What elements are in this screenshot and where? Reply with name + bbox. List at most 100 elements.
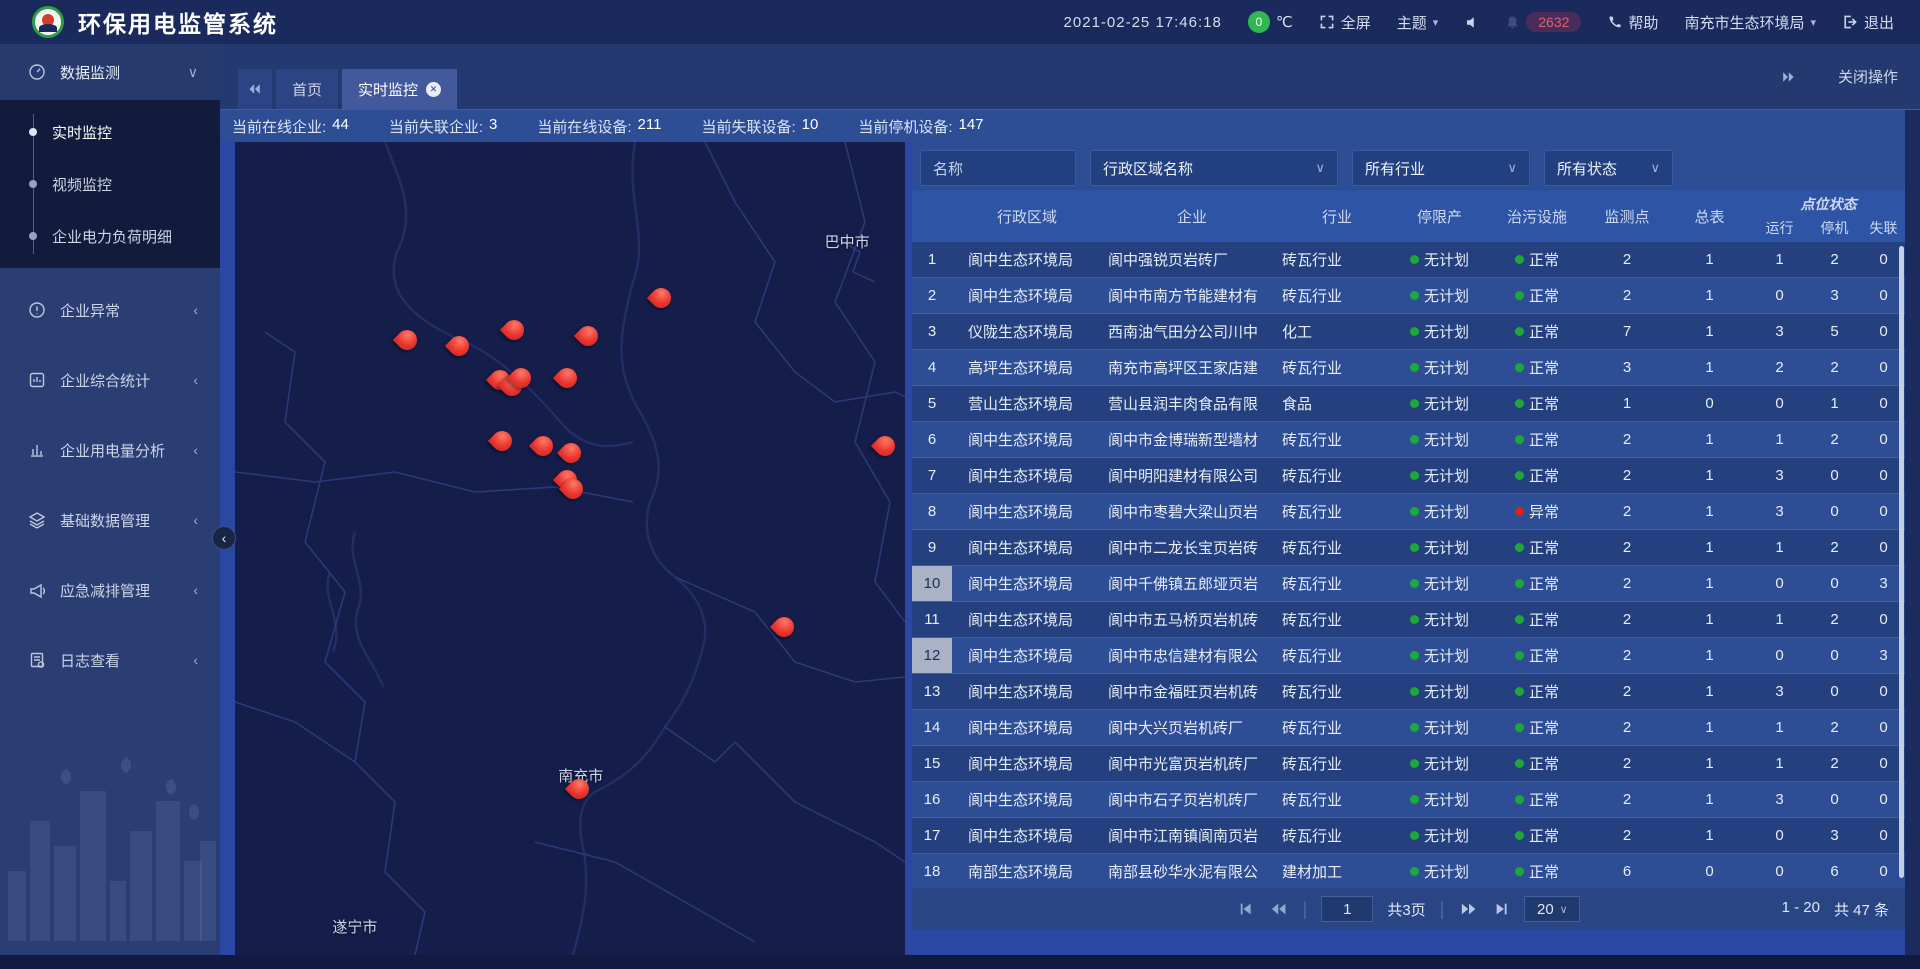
table-row[interactable]: 11阆中生态环境局阆中市五马桥页岩机砖砖瓦行业无计划正常21120 [912,602,1905,638]
cell-industry: 砖瓦行业 [1282,494,1392,529]
table-row[interactable]: 12阆中生态环境局阆中市忠信建材有限公砖瓦行业无计划正常21003 [912,638,1905,674]
logout-button[interactable]: 退出 [1842,12,1894,33]
page-number-input[interactable]: 1 [1321,896,1373,922]
page-size-select[interactable]: 20 ∨ [1524,896,1580,922]
first-page-button[interactable] [1237,900,1255,918]
green-status-dot-icon [1410,507,1419,516]
sidebar-subitem[interactable]: 视频监控 [0,158,220,210]
sidebar-item[interactable]: 应急减排管理‹ [0,562,220,618]
sidebar-item[interactable]: 日志查看‹ [0,632,220,688]
double-arrow-right-icon [1780,69,1796,85]
production-status-label: 无计划 [1424,681,1469,702]
sidebar-collapse-button[interactable]: ‹ [212,526,236,550]
table-row[interactable]: 18南部生态环境局南部县砂华水泥有限公建材加工无计划正常60060 [912,854,1905,885]
sidebar-subitem[interactable]: 实时监控 [0,106,220,158]
table-row[interactable]: 17阆中生态环境局阆中市江南镇阆南页岩砖瓦行业无计划正常21030 [912,818,1905,854]
table-row[interactable]: 5营山生态环境局营山县润丰肉食品有限食品无计划正常10010 [912,386,1905,422]
map-pin-icon[interactable] [503,320,525,348]
map-pin-icon[interactable] [491,431,513,459]
cell-treatment-status: 正常 [1487,854,1587,885]
table-row[interactable]: 1阆中生态环境局阆中强锐页岩砖厂砖瓦行业无计划正常21120 [912,242,1905,278]
status-select[interactable]: 所有状态 ∨ [1544,150,1673,186]
deco-building [8,871,26,941]
tabs-scroll-left-button[interactable] [238,69,272,109]
map-pin-icon[interactable] [577,326,599,354]
table-row[interactable]: 13阆中生态环境局阆中市金福旺页岩机砖砖瓦行业无计划正常21300 [912,674,1905,710]
map-pin-icon[interactable] [874,436,896,464]
chevron-down-icon: ∨ [1507,160,1517,176]
table-row[interactable]: 15阆中生态环境局阆中市光富页岩机砖厂砖瓦行业无计划正常21120 [912,746,1905,782]
tab-realtime-monitor[interactable]: 实时监控 ✕ [342,69,457,109]
table-row[interactable]: 2阆中生态环境局阆中市南方节能建材有砖瓦行业无计划正常21030 [912,278,1905,314]
table-scrollbar[interactable] [1899,246,1904,878]
submenu-dot-icon [29,128,37,136]
sidebar-item[interactable]: 企业用电量分析‹ [0,422,220,478]
cell-stop-count: 0 [1807,494,1862,529]
map-pin-icon[interactable] [396,330,418,358]
cell-region: 阆中生态环境局 [952,566,1102,601]
tab-home[interactable]: 首页 [276,69,338,109]
caret-down-icon: ▾ [1810,16,1816,29]
table-row[interactable]: 3仪陇生态环境局西南油气田分公司川中化工无计划正常71350 [912,314,1905,350]
help-button[interactable]: 帮助 [1607,12,1658,33]
map-pin-icon[interactable] [560,443,582,471]
fullscreen-button[interactable]: 全屏 [1319,12,1371,33]
sidebar-item-label: 数据监测 [60,62,188,83]
cell-treatment-status: 正常 [1487,602,1587,637]
map-panel[interactable]: 巴中市 南充市 遂宁市 [235,142,905,955]
cell-industry: 化工 [1282,314,1392,349]
total-pages-label: 共3页 [1387,899,1425,920]
double-arrow-left-icon [247,81,263,97]
table-row[interactable]: 14阆中生态环境局阆中大兴页岩机砖厂砖瓦行业无计划正常21120 [912,710,1905,746]
production-status-label: 无计划 [1424,609,1469,630]
table-row[interactable]: 6阆中生态环境局阆中市金博瑞新型墙材砖瓦行业无计划正常21120 [912,422,1905,458]
cell-monitor-count: 2 [1587,638,1667,673]
notification-area[interactable]: 2632 [1505,12,1581,32]
tab-close-icon[interactable]: ✕ [426,82,441,97]
cell-row-number: 5 [912,386,952,421]
sidebar-item[interactable]: 企业综合统计‹ [0,352,220,408]
map-pin-icon[interactable] [650,288,672,316]
cell-company: 阆中市金福旺页岩机砖 [1102,674,1282,709]
industry-select[interactable]: 所有行业 ∨ [1352,150,1530,186]
map-pin-icon[interactable] [773,617,795,645]
theme-dropdown[interactable]: 主题 ▾ [1397,12,1439,33]
cell-row-number: 9 [912,530,952,565]
cell-monitor-count: 2 [1587,818,1667,853]
cell-industry: 食品 [1282,386,1392,421]
table-row[interactable]: 9阆中生态环境局阆中市二龙长宝页岩砖砖瓦行业无计划正常21120 [912,530,1905,566]
production-status-label: 无计划 [1424,861,1469,882]
table-row[interactable]: 4高坪生态环境局南充市高坪区王家店建砖瓦行业无计划正常31220 [912,350,1905,386]
prev-page-button[interactable] [1269,900,1289,918]
map-pin-icon[interactable] [568,779,590,807]
map-pin-icon[interactable] [562,479,584,507]
map-pin-icon[interactable] [532,436,554,464]
sidebar-item[interactable]: 企业异常‹ [0,282,220,338]
table-row[interactable]: 7阆中生态环境局阆中明阳建材有限公司砖瓦行业无计划正常21300 [912,458,1905,494]
last-page-button[interactable] [1492,900,1510,918]
table-row[interactable]: 10阆中生态环境局阆中千佛镇五郎垭页岩砖瓦行业无计划正常21003 [912,566,1905,602]
region-select[interactable]: 行政区域名称 ∨ [1090,150,1338,186]
close-operations-button[interactable]: 关闭操作 [1838,66,1898,87]
org-dropdown[interactable]: 南充市生态环境局 ▾ [1684,12,1816,33]
map-pin-icon[interactable] [556,368,578,396]
name-search-input[interactable]: 名称 [920,150,1076,186]
sidebar-item[interactable]: 基础数据管理‹ [0,492,220,548]
cell-meter-count: 1 [1667,818,1752,853]
sidebar-subitem[interactable]: 企业电力负荷明细 [0,210,220,262]
tabs-scroll-right-button[interactable] [1780,69,1796,85]
cell-treatment-status: 正常 [1487,422,1587,457]
map-pin-icon[interactable] [510,368,532,396]
treatment-status-label: 正常 [1529,537,1559,558]
green-status-dot-icon [1410,795,1419,804]
treatment-status-label: 正常 [1529,681,1559,702]
sound-toggle-button[interactable] [1464,15,1479,30]
map-pin-icon[interactable] [448,336,470,364]
cell-treatment-status: 正常 [1487,242,1587,277]
prev-page-icon [1269,900,1289,918]
next-page-button[interactable] [1458,900,1478,918]
cell-stop-count: 2 [1807,530,1862,565]
table-row[interactable]: 8阆中生态环境局阆中市枣碧大梁山页岩砖瓦行业无计划异常21300 [912,494,1905,530]
sidebar-item-data-monitoring[interactable]: 数据监测∨ [0,44,220,100]
table-row[interactable]: 16阆中生态环境局阆中市石子页岩机砖厂砖瓦行业无计划正常21300 [912,782,1905,818]
